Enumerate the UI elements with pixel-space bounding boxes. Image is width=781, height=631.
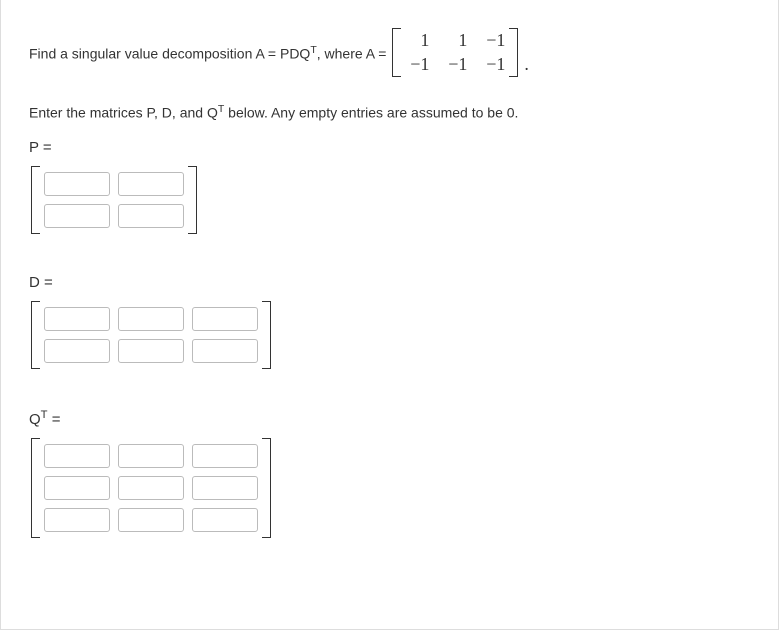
- QT-input-2-1[interactable]: [118, 508, 184, 532]
- instruction-text: Enter the matrices P, D, and QT below. A…: [29, 103, 750, 121]
- A-1-2: −1: [481, 54, 505, 76]
- label-QT: QT =: [29, 409, 750, 428]
- A-0-0: 1: [405, 30, 429, 52]
- prompt-period: .: [524, 54, 529, 81]
- prompt-text-before: Find a singular value decomposition A = …: [29, 44, 386, 62]
- label-D: D =: [29, 274, 750, 291]
- matrix-A: 1 1 −1 −1 −1 −1: [392, 28, 518, 77]
- matrix-A-body: 1 1 −1 −1 −1 −1: [401, 28, 509, 77]
- label-P: P =: [29, 139, 750, 156]
- bracket-left: [392, 28, 401, 77]
- matrix-QT: [31, 438, 271, 538]
- P-input-0-0[interactable]: [44, 172, 110, 196]
- D-input-1-2[interactable]: [192, 339, 258, 363]
- bracket-left: [31, 166, 40, 234]
- QT-input-1-2[interactable]: [192, 476, 258, 500]
- P-input-1-0[interactable]: [44, 204, 110, 228]
- superscript-T-3: T: [41, 409, 48, 421]
- bracket-right: [509, 28, 518, 77]
- D-input-0-1[interactable]: [118, 307, 184, 331]
- QT-input-2-0[interactable]: [44, 508, 110, 532]
- bracket-right: [188, 166, 197, 234]
- QT-input-1-1[interactable]: [118, 476, 184, 500]
- A-1-0: −1: [405, 54, 429, 76]
- D-input-1-1[interactable]: [118, 339, 184, 363]
- bracket-left: [31, 301, 40, 369]
- D-input-0-2[interactable]: [192, 307, 258, 331]
- QT-input-1-0[interactable]: [44, 476, 110, 500]
- D-input-0-0[interactable]: [44, 307, 110, 331]
- QT-input-0-1[interactable]: [118, 444, 184, 468]
- bracket-right: [262, 301, 271, 369]
- bracket-right: [262, 438, 271, 538]
- QT-input-0-2[interactable]: [192, 444, 258, 468]
- P-input-0-1[interactable]: [118, 172, 184, 196]
- question-page: Find a singular value decomposition A = …: [0, 0, 779, 630]
- A-1-1: −1: [443, 54, 467, 76]
- prompt-row: Find a singular value decomposition A = …: [29, 24, 750, 81]
- QT-input-2-2[interactable]: [192, 508, 258, 532]
- P-input-1-1[interactable]: [118, 204, 184, 228]
- A-0-2: −1: [481, 30, 505, 52]
- matrix-P: [31, 166, 197, 234]
- A-0-1: 1: [443, 30, 467, 52]
- matrix-D: [31, 301, 271, 369]
- bracket-left: [31, 438, 40, 538]
- QT-input-0-0[interactable]: [44, 444, 110, 468]
- D-input-1-0[interactable]: [44, 339, 110, 363]
